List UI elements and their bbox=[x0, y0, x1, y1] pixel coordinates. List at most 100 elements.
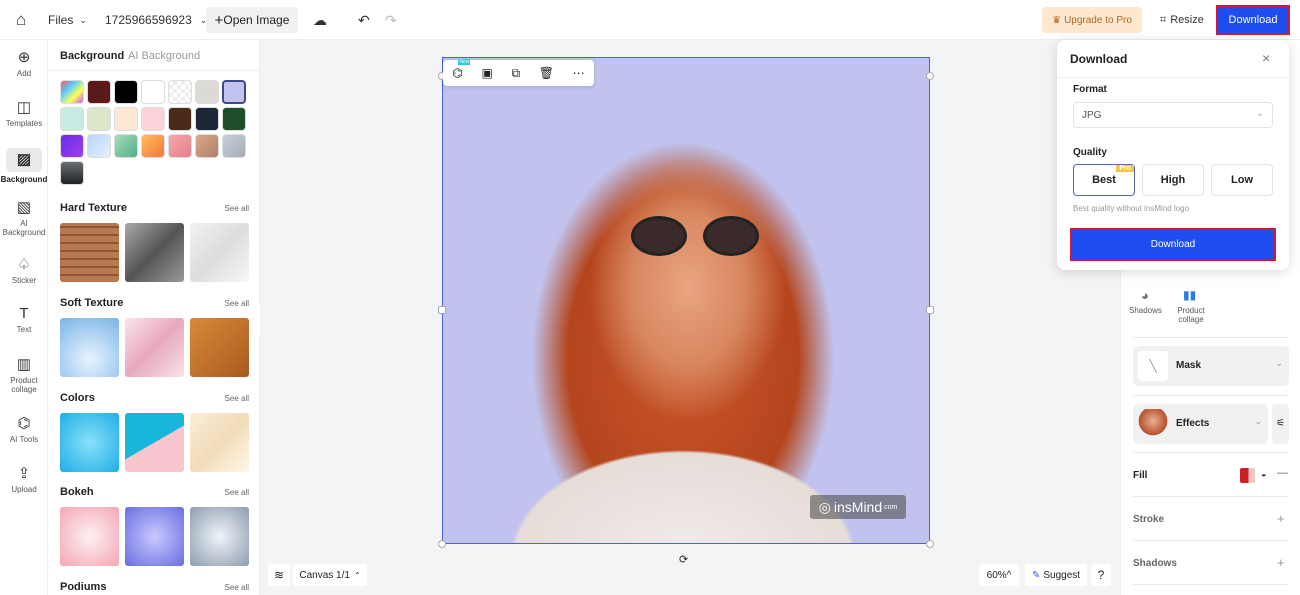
popup-download-button[interactable]: Download bbox=[1070, 228, 1276, 261]
background-thumbnail[interactable] bbox=[190, 318, 249, 377]
background-thumbnail[interactable] bbox=[60, 413, 119, 472]
color-swatch[interactable] bbox=[141, 107, 165, 131]
suggest-button[interactable]: ✎ Suggest bbox=[1025, 564, 1087, 586]
color-swatch[interactable] bbox=[195, 107, 219, 131]
resize-handle-l[interactable] bbox=[438, 306, 446, 314]
quality-label: Quality bbox=[1073, 147, 1107, 158]
files-menu[interactable]: Files ⌄ bbox=[48, 0, 87, 40]
see-all-link[interactable]: See all bbox=[225, 394, 249, 403]
more-icon[interactable]: ⋯ bbox=[573, 66, 585, 80]
help-button[interactable]: ? bbox=[1091, 564, 1111, 586]
background-thumbnail[interactable] bbox=[60, 507, 119, 566]
color-swatch[interactable] bbox=[87, 134, 111, 158]
sidebar-item-ai-background[interactable]: ▧ AI Background bbox=[0, 198, 48, 237]
remove-fill-icon[interactable]: — bbox=[1277, 467, 1288, 479]
crop-frame-icon[interactable]: ▣ bbox=[481, 66, 492, 80]
home-icon[interactable]: ⌂ bbox=[16, 0, 26, 40]
effects-settings-icon[interactable]: ⚟ bbox=[1272, 404, 1289, 444]
resize-handle-r[interactable] bbox=[926, 306, 934, 314]
close-icon[interactable]: × bbox=[1262, 50, 1270, 66]
doc-name-menu[interactable]: 1725966596923 ⌄ bbox=[105, 0, 207, 40]
quality-high[interactable]: High bbox=[1142, 164, 1204, 196]
sidebar-item-add[interactable]: ⊕ Add bbox=[0, 48, 48, 78]
tab-background[interactable]: Background bbox=[60, 50, 124, 62]
stroke-label: Stroke bbox=[1133, 514, 1165, 525]
color-swatch[interactable] bbox=[222, 80, 246, 104]
color-swatch[interactable] bbox=[222, 134, 246, 158]
color-swatch[interactable] bbox=[114, 80, 138, 104]
resize-handle-bl[interactable] bbox=[438, 540, 446, 548]
eye-icon[interactable]: ◒ bbox=[1261, 469, 1266, 479]
layers-icon[interactable]: ≋ bbox=[268, 564, 290, 586]
color-swatch[interactable] bbox=[168, 134, 192, 158]
rotate-handle-icon[interactable]: ⟳ bbox=[679, 553, 688, 566]
add-stroke-icon[interactable]: + bbox=[1277, 511, 1285, 526]
sidebar-item-sticker[interactable]: ♤ Sticker bbox=[0, 255, 48, 285]
background-thumbnail[interactable] bbox=[125, 223, 184, 282]
background-thumbnail[interactable] bbox=[60, 318, 119, 377]
color-swatch[interactable] bbox=[87, 80, 111, 104]
mask-dropdown[interactable]: ╲ Mask ⌄ bbox=[1133, 346, 1289, 386]
product-collage-label: Product collage bbox=[1177, 306, 1205, 324]
delete-icon[interactable]: 🗑 bbox=[539, 66, 554, 80]
color-swatch[interactable] bbox=[168, 107, 192, 131]
color-swatch[interactable] bbox=[195, 134, 219, 158]
color-swatch[interactable] bbox=[141, 80, 165, 104]
effects-dropdown[interactable]: Effects ⌄ bbox=[1133, 404, 1268, 444]
background-thumbnail[interactable] bbox=[125, 318, 184, 377]
color-swatch[interactable] bbox=[168, 80, 192, 104]
canvas-selector[interactable]: Canvas 1/1 ⌃ bbox=[293, 564, 367, 586]
format-select[interactable]: JPG ⌄ bbox=[1073, 102, 1273, 128]
resize-handle-br[interactable] bbox=[926, 540, 934, 548]
sidebar-item-upload[interactable]: ⇪ Upload bbox=[0, 464, 48, 494]
sidebar-item-text[interactable]: T Text bbox=[0, 305, 48, 334]
resize-button[interactable]: ⌗ Resize bbox=[1160, 0, 1204, 40]
redo-icon[interactable]: ↷ bbox=[385, 0, 397, 40]
add-shadow-icon[interactable]: + bbox=[1277, 555, 1285, 570]
color-swatch[interactable] bbox=[195, 80, 219, 104]
shadows-effect-label: Shadows bbox=[1129, 306, 1162, 315]
background-thumbnail[interactable] bbox=[190, 223, 249, 282]
background-thumbnail[interactable] bbox=[60, 223, 119, 282]
resize-handle-tr[interactable] bbox=[926, 72, 934, 80]
sidebar-item-background[interactable]: ▨ Background bbox=[0, 148, 48, 184]
shadows-effect-icon[interactable]: ◕ bbox=[1141, 288, 1149, 303]
color-swatch[interactable] bbox=[114, 134, 138, 158]
ai-tools-icon[interactable]: ⌬ New bbox=[452, 59, 471, 80]
color-swatch[interactable] bbox=[60, 134, 84, 158]
color-swatch[interactable] bbox=[222, 107, 246, 131]
product-collage-icon[interactable]: ▮▮ bbox=[1183, 288, 1196, 302]
quality-best[interactable]: Best Pro bbox=[1073, 164, 1135, 196]
see-all-link[interactable]: See all bbox=[225, 583, 249, 592]
sidebar-item-ai-tools[interactable]: ⌬ AI Tools bbox=[0, 414, 48, 444]
upgrade-button[interactable]: ♛ Upgrade to Pro bbox=[1042, 7, 1142, 33]
section-title: Hard Texture bbox=[60, 202, 128, 214]
color-swatch[interactable] bbox=[114, 107, 138, 131]
download-button[interactable]: Download bbox=[1216, 5, 1290, 35]
sidebar-item-product-collage[interactable]: ▥ Product collage bbox=[0, 355, 48, 394]
see-all-link[interactable]: See all bbox=[225, 299, 249, 308]
background-thumbnail[interactable] bbox=[125, 507, 184, 566]
quality-low[interactable]: Low bbox=[1211, 164, 1273, 196]
background-thumbnail[interactable] bbox=[190, 413, 249, 472]
background-icon: ▨ bbox=[6, 148, 42, 172]
color-swatch[interactable] bbox=[60, 80, 84, 104]
fill-color-swatch[interactable] bbox=[1240, 468, 1255, 483]
color-swatch[interactable] bbox=[141, 134, 165, 158]
cloud-save-icon[interactable]: ☁ bbox=[313, 0, 327, 40]
ai-tools-icon: ⌬ bbox=[17, 415, 31, 432]
color-swatch[interactable] bbox=[87, 107, 111, 131]
see-all-link[interactable]: See all bbox=[225, 204, 249, 213]
sidebar-item-templates[interactable]: ◫ Templates bbox=[0, 98, 48, 128]
undo-icon[interactable]: ↶ bbox=[358, 0, 370, 40]
background-thumbnail[interactable] bbox=[125, 413, 184, 472]
duplicate-icon[interactable]: ⧉ bbox=[512, 66, 521, 81]
background-thumbnail[interactable] bbox=[190, 507, 249, 566]
open-image-button[interactable]: + Open Image bbox=[206, 7, 298, 33]
tab-ai-background[interactable]: AI Background bbox=[128, 50, 200, 62]
zoom-selector[interactable]: 60% ^ bbox=[979, 564, 1019, 586]
color-swatch[interactable] bbox=[60, 161, 84, 185]
canvas-image[interactable]: ◎ insMind .com bbox=[442, 57, 930, 544]
see-all-link[interactable]: See all bbox=[225, 488, 249, 497]
color-swatch[interactable] bbox=[60, 107, 84, 131]
